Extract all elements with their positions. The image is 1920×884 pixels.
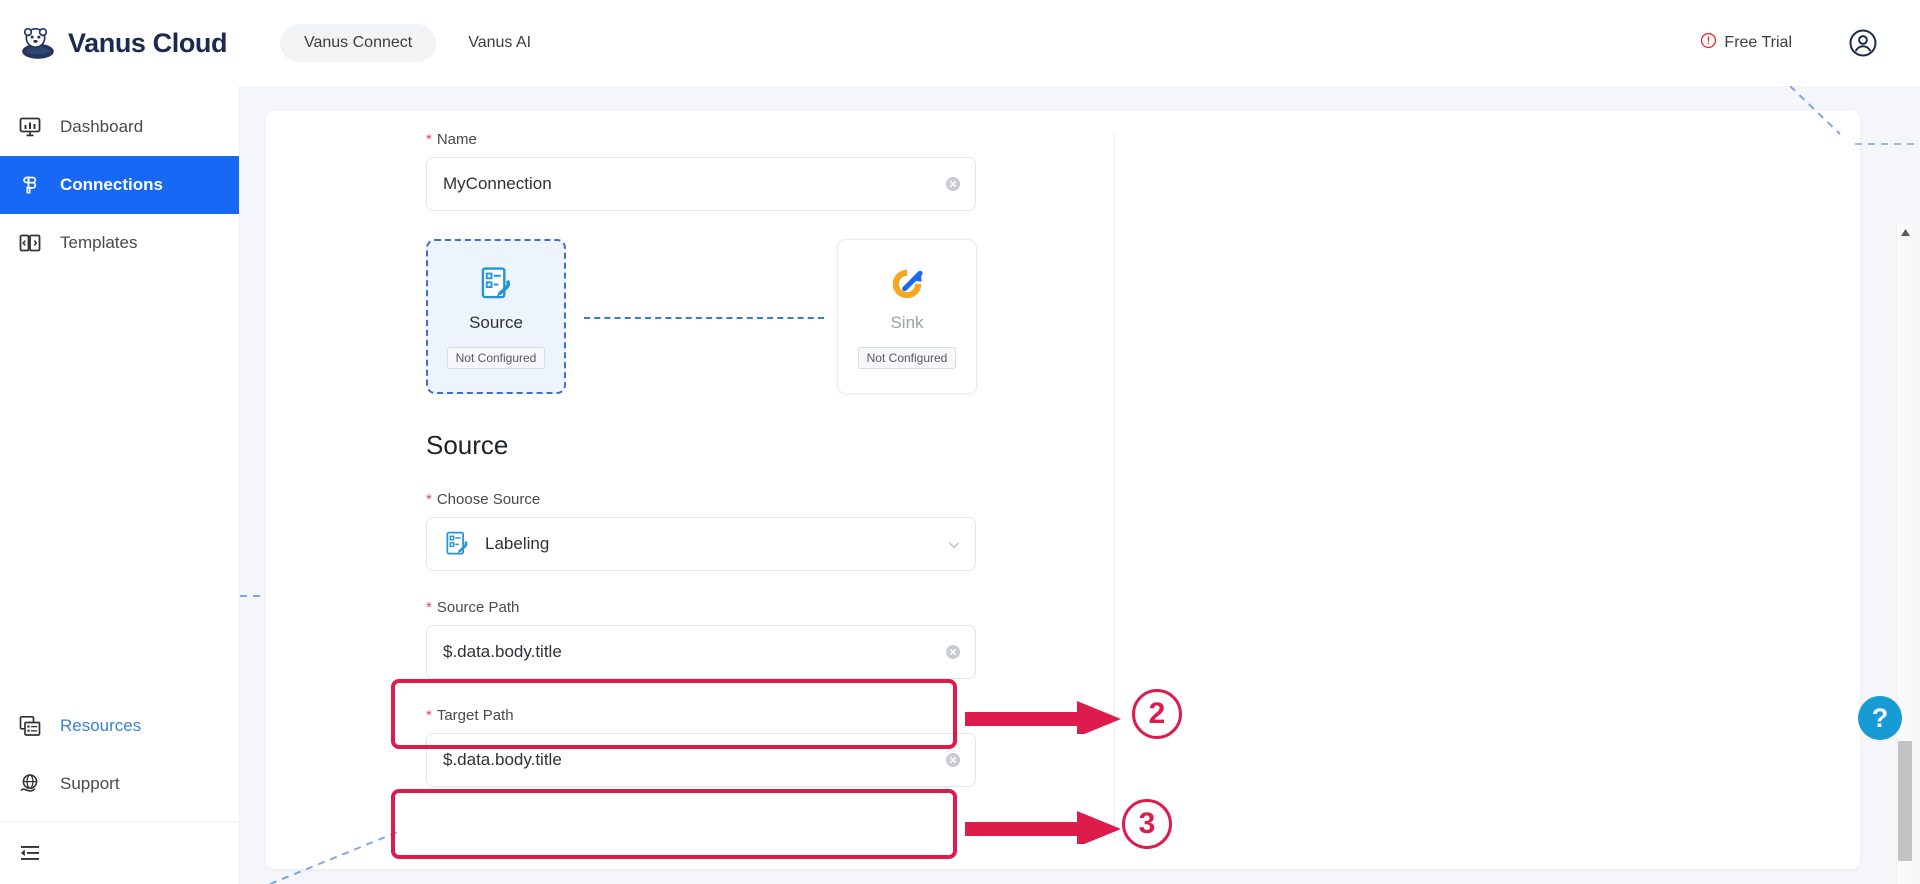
source-section-title: Source xyxy=(426,430,509,460)
sidebar-item-label: Support xyxy=(60,774,120,793)
warning-circle-icon xyxy=(1700,32,1717,54)
sidebar-secondary-nav: Resources Support xyxy=(0,697,239,884)
support-globe-icon xyxy=(18,772,42,796)
scrollbar-thumb[interactable] xyxy=(1898,741,1912,861)
help-button[interactable]: ? xyxy=(1858,696,1902,740)
free-trial-label: Free Trial xyxy=(1724,34,1792,51)
clear-circle-icon[interactable] xyxy=(945,752,961,768)
sidebar-item-dashboard[interactable]: Dashboard xyxy=(0,98,239,156)
sidebar-item-support[interactable]: Support xyxy=(0,755,239,813)
required-asterisk: * xyxy=(426,131,432,148)
name-input[interactable]: MyConnection xyxy=(426,157,976,211)
header-right-group: Free Trial xyxy=(1700,28,1878,58)
panel-vertical-divider xyxy=(1114,133,1115,843)
name-label-row: * Name xyxy=(426,131,1026,148)
tab-vanus-ai[interactable]: Vanus AI xyxy=(444,24,555,62)
content-scrollbar[interactable] xyxy=(1896,224,1912,884)
labeling-clipboard-icon xyxy=(443,530,471,558)
connections-icon xyxy=(18,173,42,197)
choose-source-value: Labeling xyxy=(485,534,550,553)
choose-source-group: * Choose Source Labeling xyxy=(426,491,1026,571)
collapse-sidebar-icon[interactable] xyxy=(0,822,239,884)
source-path-input[interactable]: $.data.body.title xyxy=(426,625,976,679)
otter-logo-icon xyxy=(18,23,58,63)
dashboard-monitor-icon xyxy=(18,115,42,139)
target-path-label-row: * Target Path xyxy=(426,707,1026,724)
tab-vanus-connect[interactable]: Vanus Connect xyxy=(280,24,437,62)
labeling-clipboard-icon xyxy=(477,265,515,303)
target-path-group: * Target Path $.data.body.title xyxy=(426,707,1026,787)
connection-flow-nodes: Source Not Configured Sink Not Configure… xyxy=(426,239,1026,394)
clear-circle-icon[interactable] xyxy=(945,644,961,660)
main-canvas: * Name MyConnection Source Not Configure… xyxy=(240,86,1920,884)
sidebar-item-label: Dashboard xyxy=(60,117,144,136)
sidebar: Dashboard Connections Templates Resource… xyxy=(0,86,240,884)
choose-source-label-row: * Choose Source xyxy=(426,491,1026,508)
choose-source-select[interactable]: Labeling xyxy=(426,517,976,571)
target-path-value: $.data.body.title xyxy=(443,750,562,769)
brand-name: Vanus Cloud xyxy=(68,27,228,58)
user-avatar-icon[interactable] xyxy=(1848,28,1878,58)
sidebar-item-templates[interactable]: Templates xyxy=(0,214,239,272)
chevron-down-icon[interactable] xyxy=(947,537,961,551)
templates-icon xyxy=(18,231,42,255)
source-path-value: $.data.body.title xyxy=(443,642,562,661)
free-trial-badge[interactable]: Free Trial xyxy=(1700,32,1792,54)
product-tabs: Vanus Connect Vanus AI xyxy=(280,24,555,62)
connection-form-panel: * Name MyConnection Source Not Configure… xyxy=(266,111,1860,869)
source-path-label: Source Path xyxy=(436,599,520,616)
connection-form: * Name MyConnection Source Not Configure… xyxy=(426,131,1026,787)
brand[interactable]: Vanus Cloud xyxy=(18,23,238,63)
sidebar-item-label: Templates xyxy=(60,233,138,252)
sink-node-title: Sink xyxy=(890,312,924,332)
required-asterisk: * xyxy=(426,707,432,724)
scroll-up-arrow-icon[interactable] xyxy=(1897,224,1913,241)
source-path-label-row: * Source Path xyxy=(426,599,1026,616)
source-node-card[interactable]: Source Not Configured xyxy=(426,239,566,394)
source-node-status-badge: Not Configured xyxy=(446,346,546,369)
top-header-bar: Vanus Cloud Vanus Connect Vanus AI Free … xyxy=(0,0,1920,86)
sidebar-primary-nav: Dashboard Connections Templates xyxy=(0,86,239,272)
target-path-label: Target Path xyxy=(436,707,514,724)
node-connector-line xyxy=(584,317,824,319)
choose-source-label: Choose Source xyxy=(436,491,541,508)
required-asterisk: * xyxy=(426,599,432,616)
sidebar-item-label: Connections xyxy=(60,175,163,194)
sidebar-item-resources[interactable]: Resources xyxy=(0,697,239,755)
sidebar-item-label: Resources xyxy=(60,716,142,735)
sink-node-status-badge: Not Configured xyxy=(857,346,957,369)
scrollbar-track[interactable] xyxy=(1897,241,1912,884)
name-label: Name xyxy=(436,131,477,148)
source-path-group: * Source Path $.data.body.title xyxy=(426,599,1026,679)
clear-circle-icon[interactable] xyxy=(945,176,961,192)
required-asterisk: * xyxy=(426,491,432,508)
sink-arrow-icon xyxy=(888,265,926,303)
target-path-input[interactable]: $.data.body.title xyxy=(426,733,976,787)
resources-icon xyxy=(18,714,42,738)
source-node-title: Source xyxy=(469,312,523,332)
name-field-group: * Name MyConnection xyxy=(426,131,1026,211)
sink-node-card[interactable]: Sink Not Configured xyxy=(837,239,977,394)
sidebar-item-connections[interactable]: Connections xyxy=(0,156,239,214)
name-input-value: MyConnection xyxy=(443,174,552,193)
